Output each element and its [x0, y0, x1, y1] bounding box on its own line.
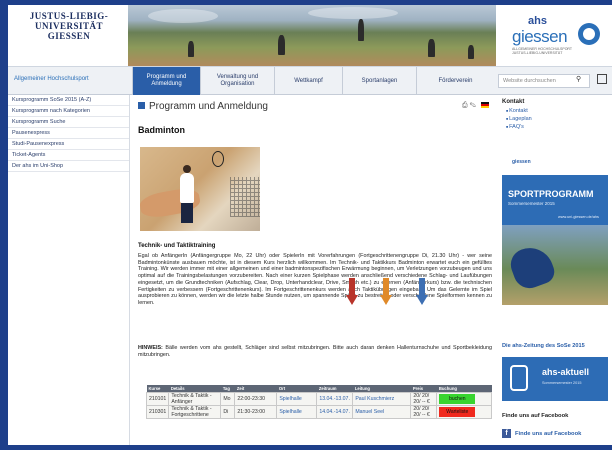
col-buchung: Buchung [436, 385, 492, 392]
university-logo[interactable]: JUSTUS-LIEBIG- UNIVERSITÄT GIESSEN [14, 11, 124, 57]
search-icon[interactable]: ⚲ [576, 75, 581, 83]
page: JUSTUS-LIEBIG- UNIVERSITÄT GIESSEN ahs g… [8, 5, 612, 445]
table-row: 210101 Technik & Taktik - Anfänger Mo 22… [145, 391, 492, 406]
col-kurse: Kurse [146, 385, 169, 392]
nav-home-link[interactable]: Allgemeiner Hochschulsport [14, 76, 89, 82]
header-banner-image [128, 5, 496, 66]
facebook-heading: Finde uns auf Facebook [502, 413, 569, 419]
cell-preis: 20/ 20/ 20/ -- € [410, 391, 438, 406]
right-sidebar: Kontakt Kontakt Lageplan FAQ's giessen S… [498, 95, 612, 445]
promo-title: SPORTPROGRAMM [508, 189, 594, 199]
sidebar-item-kursprogramm-az[interactable]: Kursprogramm SoSe 2015 (A-Z) [8, 95, 129, 106]
print-icon[interactable]: ⎙ [462, 102, 468, 109]
link-kontakt[interactable]: Kontakt [498, 107, 612, 115]
waitlist-button[interactable]: Warteliste [439, 406, 476, 417]
cell-leitung-link[interactable]: Manuel Seel [352, 404, 412, 419]
course-table: Kurse Details Tag Zeit Ort Zeitraum Leit… [145, 385, 492, 419]
link-icon[interactable]: ✎ [470, 102, 476, 109]
col-leitung: Leitung [352, 385, 411, 392]
promo-logo: giessen [512, 159, 531, 165]
cell-details: Technik & Taktik - Anfänger [168, 391, 222, 406]
aktuell-title: ahs-aktuell [542, 367, 590, 377]
cell-buchung: buchen [436, 391, 492, 406]
tab-foerderverein[interactable]: Förderverein [416, 67, 494, 95]
cell-buchung: Warteliste [436, 404, 492, 419]
uni-name-line3: GIESSEN [47, 31, 91, 41]
promo-url: www.uni-giessen.de/ahs [558, 215, 599, 219]
cell-zeitraum-link[interactable]: 14.04.-14.07. [316, 404, 354, 419]
cell-kursnr: 210301 [145, 404, 170, 419]
cell-zeit: 22:00-23:30 [234, 391, 278, 406]
sidebar-item-uni-shop[interactable]: Der ahs im Uni-Shop [8, 161, 129, 172]
uni-name-line1: JUSTUS-LIEBIG- [29, 11, 109, 21]
tab-sportanlagen[interactable]: Sportanlagen [342, 67, 416, 95]
col-details: Details [168, 385, 221, 392]
sidebar-item-suche[interactable]: Kursprogramm Suche [8, 117, 129, 128]
zeitung-link[interactable]: Die ahs-Zeitung des SoSe 2015 [502, 343, 585, 349]
page-tools: ⎙ ✎ [462, 102, 489, 110]
book-button[interactable]: buchen [439, 393, 476, 404]
col-tag: Tag [220, 385, 235, 392]
tab-wettkampf[interactable]: Wettkampf [274, 67, 342, 95]
tab-programm-anmeldung[interactable]: Programm und Anmeldung [132, 67, 200, 95]
header: JUSTUS-LIEBIG- UNIVERSITÄT GIESSEN ahs g… [8, 5, 612, 67]
cell-ort-link[interactable]: Spielhalle [276, 404, 318, 419]
col-ort: Ort [276, 385, 317, 392]
ahs-logo-small: ahs [528, 15, 547, 27]
language-flag-icon[interactable] [480, 102, 489, 109]
course-description: Egal ob AnfängerIn (Anfängergruppe Mo, 2… [138, 253, 492, 306]
cell-kursnr: 210101 [145, 391, 170, 406]
face-icon [510, 365, 528, 391]
col-preis: Preis [410, 385, 437, 392]
tab-verwaltung-organisation[interactable]: Verwaltung und Organisation [200, 67, 274, 95]
link-faq[interactable]: FAQ's [498, 123, 612, 131]
cell-zeit: 21:30-23:00 [234, 404, 278, 419]
hint-text: Bälle werden vom ahs gestellt, Schläger … [138, 345, 492, 358]
facebook-link[interactable]: f Finde uns auf Facebook [502, 429, 581, 438]
left-sidebar: Kursprogramm SoSe 2015 (A-Z) Kursprogram… [8, 95, 130, 445]
section-title: Technik- und Taktiktraining [138, 243, 216, 249]
table-row: 210301 Technik & Taktik - Fortgeschritte… [145, 404, 492, 419]
page-title: Programm und Anmeldung [138, 101, 268, 112]
course-hint: HINWEIS: Bälle werden vom ahs gestellt, … [138, 345, 492, 358]
cell-leitung-link[interactable]: Paul Kuschmierz [352, 391, 412, 406]
facebook-icon: f [502, 429, 511, 438]
cell-tag: Mo [220, 391, 236, 406]
cell-tag: Di [220, 404, 236, 419]
aktuell-subtitle: Sommersemester 2015 [542, 381, 582, 385]
kontakt-heading: Kontakt [502, 99, 525, 105]
link-lageplan[interactable]: Lageplan [498, 115, 612, 123]
sidebar-item-kategorien[interactable]: Kursprogramm nach Kategorien [8, 106, 129, 117]
cell-preis: 20/ 20/ 20/ -- € [410, 404, 438, 419]
badminton-photo [140, 147, 260, 231]
facebook-link-label: Finde uns auf Facebook [515, 431, 582, 438]
main-content: Programm und Anmeldung ⎙ ✎ Badminton Tec… [134, 95, 494, 445]
cell-ort-link[interactable]: Spielhalle [276, 391, 318, 406]
course-title: Badminton [138, 125, 185, 135]
sidebar-item-studi-pausenexpress[interactable]: Studi-Pausenexpress [8, 139, 129, 150]
hint-label: HINWEIS: [138, 345, 163, 351]
sidebar-item-ticket-agents[interactable]: Ticket-Agents [8, 150, 129, 161]
ahs-logo-mark [578, 23, 600, 45]
share-icon[interactable] [597, 74, 607, 84]
ahs-aktuell-banner[interactable]: ahs-aktuell Sommersemester 2015 [502, 357, 608, 401]
sportprogramm-banner[interactable]: giessen SPORTPROGRAMM Sommersemester 201… [502, 155, 608, 305]
cell-details: Technik & Taktik - Fortgeschrittene [168, 404, 222, 419]
promo-semester: Sommersemester 2015 [508, 201, 555, 206]
main-navigation: Allgemeiner Hochschulsport Programm und … [8, 67, 612, 95]
ahs-logo-tagline: ALLGEMEINER HOCHSCHULSPORT JUSTUS-LIEBIG… [512, 47, 572, 55]
uni-name-line2: UNIVERSITÄT [34, 21, 104, 31]
table-header-row: Kurse Details Tag Zeit Ort Zeitraum Leit… [146, 385, 492, 392]
cell-zeitraum-link[interactable]: 13.04.-13.07. [316, 391, 354, 406]
col-zeit: Zeit [234, 385, 277, 392]
ahs-logo[interactable]: ahs giessen ALLGEMEINER HOCHSCHULSPORT J… [502, 13, 606, 61]
col-zeitraum: Zeitraum [316, 385, 353, 392]
sidebar-item-pausenexpress[interactable]: Pausenexpress [8, 128, 129, 139]
ahs-logo-text: giessen [512, 27, 568, 46]
